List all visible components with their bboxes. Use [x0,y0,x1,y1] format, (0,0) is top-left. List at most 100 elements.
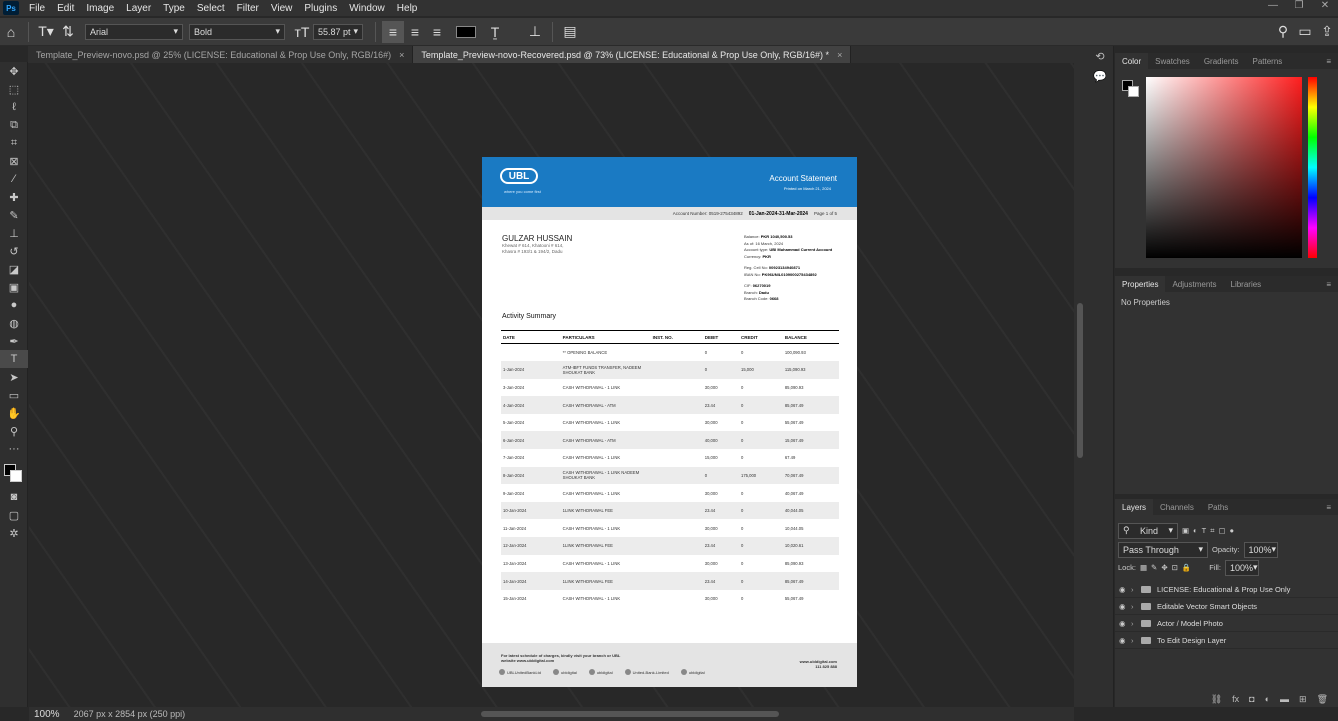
statement-document[interactable]: UBL where you come first Account Stateme… [482,157,857,687]
eyedropper-tool-icon[interactable]: ⁄ [0,170,28,188]
type-tool-icon[interactable]: T [0,350,28,368]
filter-adjustment-icon[interactable]: ◐ [1193,526,1198,535]
fill-field[interactable]: 100% ▾ [1224,559,1259,576]
vertical-scrollbar[interactable] [1074,63,1086,707]
eye-icon[interactable]: ◉ [1119,585,1131,594]
lock-pixels-icon[interactable]: ▦ [1140,563,1147,572]
tab-swatches[interactable]: Swatches [1148,53,1197,69]
menu-select[interactable]: Select [191,3,231,14]
edit-toolbar-icon[interactable]: ✲ [0,524,28,542]
font-style-select[interactable]: Bold ▾ [189,23,285,40]
layer-group[interactable]: ◉ › Actor / Model Photo [1115,615,1338,632]
history-icon[interactable]: ⟲ [1086,46,1114,66]
scroll-thumb[interactable] [1077,303,1083,458]
menu-help[interactable]: Help [391,3,424,14]
restore-icon[interactable]: ❐ [1286,0,1312,11]
menu-edit[interactable]: Edit [51,3,80,14]
marquee-tool-icon[interactable]: ⬚ [0,80,28,98]
text-color-swatch[interactable] [456,25,476,38]
close-icon[interactable]: × [837,50,842,60]
home-icon[interactable]: ⌂ [0,21,22,43]
filter-type-icon[interactable]: T [1202,526,1207,535]
filter-toggle-icon[interactable]: ● [1230,526,1235,535]
eye-icon[interactable]: ◉ [1119,636,1131,645]
more-tools-icon[interactable]: ··· [0,440,28,458]
tab-paths[interactable]: Paths [1201,499,1235,515]
healing-brush-icon[interactable]: ✚ [0,188,28,206]
quick-mask-icon[interactable]: ◙ [0,488,28,506]
history-brush-icon[interactable]: ↺ [0,242,28,260]
menu-filter[interactable]: Filter [231,3,265,14]
close-icon[interactable]: ✕ [1312,0,1338,11]
toggle-orientation-icon[interactable]: ⇅ [57,21,79,43]
hand-tool-icon[interactable]: ✋ [0,404,28,422]
tab-channels[interactable]: Channels [1153,499,1201,515]
link-layers-icon[interactable]: ⛓ [1211,694,1222,705]
panel-menu-icon[interactable]: ≡ [1319,53,1338,69]
zoom-tool-icon[interactable]: ⚲ [0,422,28,440]
workspace-icon[interactable]: ▭ [1294,21,1316,43]
menu-view[interactable]: View [265,3,299,14]
filter-smart-object-icon[interactable]: ▢ [1218,526,1225,535]
menu-window[interactable]: Window [343,3,391,14]
layer-filter-kind[interactable]: ⚲ Kind ▾ [1118,522,1178,539]
lock-brush-icon[interactable]: ✎ [1151,563,1157,572]
screen-mode-icon[interactable]: ▢ [0,506,28,524]
align-center-icon[interactable]: ≡ [404,21,426,43]
layer-group[interactable]: ◉ › Editable Vector Smart Objects [1115,598,1338,615]
tab-properties[interactable]: Properties [1115,276,1166,292]
clone-stamp-icon[interactable]: ⊥ [0,224,28,242]
chevron-right-icon[interactable]: › [1131,619,1141,628]
layer-style-icon[interactable]: fx [1232,694,1239,704]
minimize-icon[interactable]: — [1260,0,1286,11]
chevron-right-icon[interactable]: › [1131,636,1141,645]
blend-mode-select[interactable]: Pass Through ▾ [1118,541,1208,558]
menu-type[interactable]: Type [157,3,191,14]
move-tool-icon[interactable]: ✥ [0,62,28,80]
tab-adjustments[interactable]: Adjustments [1165,276,1223,292]
lock-move-icon[interactable]: ✥ [1161,563,1167,572]
tab-patterns[interactable]: Patterns [1246,53,1290,69]
layer-group[interactable]: ◉ › LICENSE: Educational & Prop Use Only [1115,581,1338,598]
type-tool-preset-icon[interactable]: T▾ [35,21,57,43]
new-group-icon[interactable]: ▬ [1280,694,1289,704]
zoom-level[interactable]: 100% [34,709,60,720]
menu-image[interactable]: Image [80,3,120,14]
eraser-tool-icon[interactable]: ◪ [0,260,28,278]
tab-document-2[interactable]: Template_Preview-novo-Recovered.psd @ 73… [413,46,852,63]
font-family-select[interactable]: Arial ▾ [85,23,183,40]
panel-menu-icon[interactable]: ≡ [1319,499,1338,515]
new-layer-icon[interactable]: ⊞ [1299,694,1307,705]
hue-slider[interactable] [1308,77,1317,258]
close-icon[interactable]: × [399,50,404,60]
align-right-icon[interactable]: ≡ [426,21,448,43]
delete-layer-icon[interactable]: 🗑 [1317,694,1328,705]
tab-document-1[interactable]: Template_Preview-novo.psd @ 25% (LICENSE… [28,46,414,63]
menu-layer[interactable]: Layer [120,3,157,14]
font-size-field[interactable]: 55.87 pt ▾ [313,23,363,40]
lock-artboard-icon[interactable]: ⊡ [1172,563,1178,572]
chevron-right-icon[interactable]: › [1131,602,1141,611]
rectangle-tool-icon[interactable]: ▭ [0,386,28,404]
opacity-field[interactable]: 100% ▾ [1243,541,1278,558]
ps-logo-icon[interactable]: Ps [3,1,19,15]
eye-icon[interactable]: ◉ [1119,602,1131,611]
tab-gradients[interactable]: Gradients [1197,53,1246,69]
comments-icon[interactable]: 💬 [1086,66,1114,86]
color-picker-field[interactable] [1146,77,1302,258]
tab-libraries[interactable]: Libraries [1224,276,1269,292]
object-select-tool-icon[interactable]: ⧉ [0,116,28,134]
blur-tool-icon[interactable]: ● [0,296,28,314]
menu-file[interactable]: File [23,3,51,14]
lasso-tool-icon[interactable]: ℓ [0,98,28,116]
color-swatches[interactable] [0,458,27,488]
warp-text-icon[interactable]: Ṯ [484,21,506,43]
gradient-tool-icon[interactable]: ▣ [0,278,28,296]
filter-pixel-icon[interactable]: ▣ [1182,526,1189,535]
chevron-right-icon[interactable]: › [1131,585,1141,594]
search-icon[interactable]: ⚲ [1272,21,1294,43]
tab-layers[interactable]: Layers [1115,499,1154,515]
lock-all-icon[interactable]: 🔒 [1182,563,1191,572]
pen-tool-icon[interactable]: ✒ [0,332,28,350]
3d-icon[interactable]: ⊥ [524,21,546,43]
